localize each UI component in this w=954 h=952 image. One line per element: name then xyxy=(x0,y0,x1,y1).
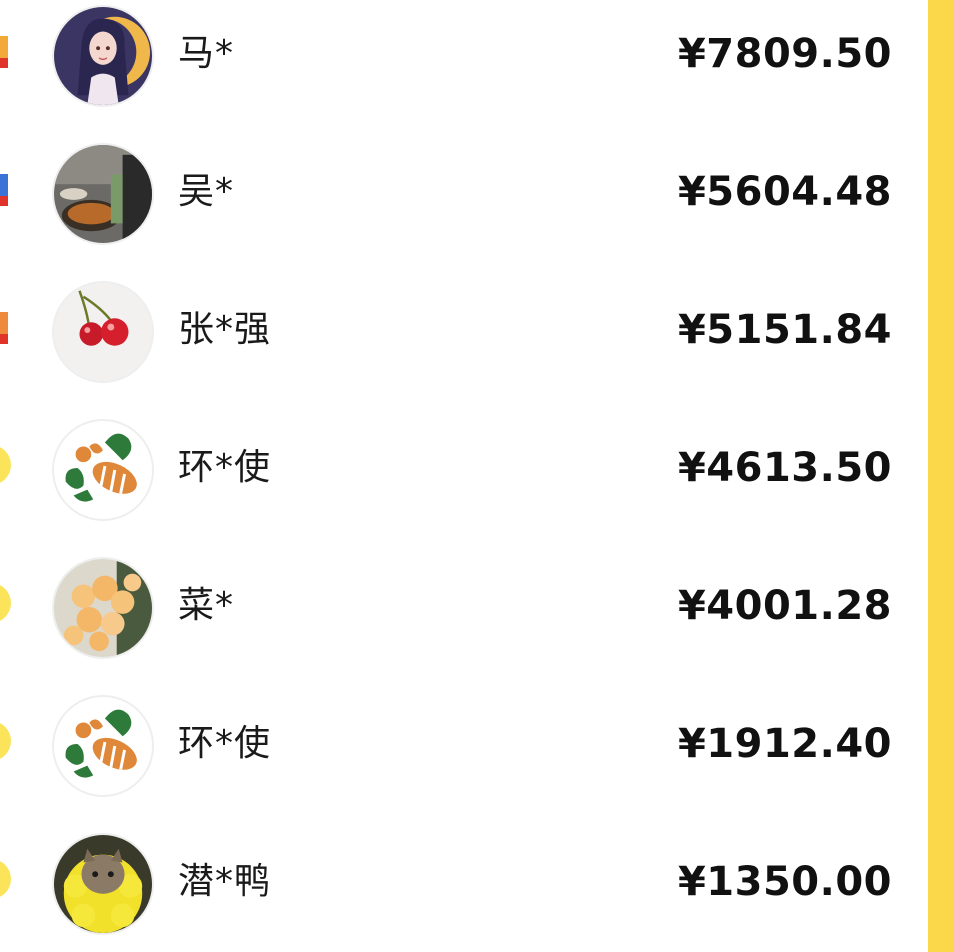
list-item[interactable]: 马* ¥7809.50 xyxy=(0,0,928,138)
user-name: 潜*鸭 xyxy=(178,861,272,902)
cooking-photo-avatar[interactable] xyxy=(52,143,154,245)
rank-circle-icon xyxy=(0,582,12,624)
amount-value: ¥5151.84 xyxy=(677,307,892,353)
roses-avatar[interactable] xyxy=(52,557,154,659)
amount-value: ¥4613.50 xyxy=(677,445,892,491)
accent-strip xyxy=(928,0,954,952)
cherries-avatar[interactable] xyxy=(52,281,154,383)
user-name: 菜* xyxy=(178,585,235,626)
list-item[interactable]: 吴* ¥5604.48 xyxy=(0,138,928,276)
user-name: 吴* xyxy=(178,171,235,212)
amount-value: ¥1912.40 xyxy=(677,721,892,767)
list-item[interactable]: 潜*鸭 ¥1350.00 xyxy=(0,828,928,952)
user-name: 环*使 xyxy=(178,447,272,488)
list-item[interactable]: 环*使 ¥1912.40 xyxy=(0,690,928,828)
user-name: 张*强 xyxy=(178,309,272,350)
rank-circle-icon xyxy=(0,444,12,486)
list-item[interactable]: 环*使 ¥4613.50 xyxy=(0,414,928,552)
anime-girl-avatar[interactable] xyxy=(52,5,154,107)
rank-circle-icon xyxy=(0,720,12,762)
medal-gold-icon xyxy=(0,30,12,72)
amount-value: ¥4001.28 xyxy=(677,583,892,629)
amount-value: ¥5604.48 xyxy=(677,169,892,215)
bee-logo-avatar[interactable] xyxy=(52,419,154,521)
cat-flower-avatar[interactable] xyxy=(52,833,154,935)
amount-value: ¥1350.00 xyxy=(677,859,892,905)
medal-blue-icon xyxy=(0,168,12,210)
user-name: 马* xyxy=(178,33,235,74)
user-name: 环*使 xyxy=(178,723,272,764)
leaderboard-page: 马* ¥7809.50 吴* ¥5604.48 张*强 ¥5151.84 环*使… xyxy=(0,0,954,952)
list-item[interactable]: 菜* ¥4001.28 xyxy=(0,552,928,690)
list-item[interactable]: 张*强 ¥5151.84 xyxy=(0,276,928,414)
bee-logo-avatar[interactable] xyxy=(52,695,154,797)
rank-circle-icon xyxy=(0,858,12,900)
amount-value: ¥7809.50 xyxy=(677,31,892,77)
medal-orange-icon xyxy=(0,306,12,348)
ranking-list: 马* ¥7809.50 吴* ¥5604.48 张*强 ¥5151.84 环*使… xyxy=(0,0,928,952)
